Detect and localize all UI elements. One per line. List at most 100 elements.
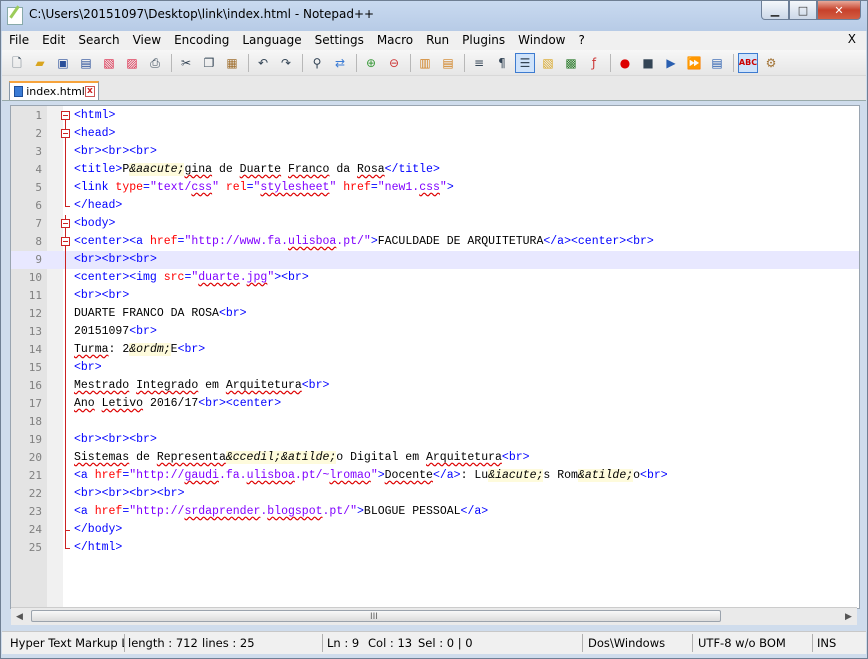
code-line[interactable]: 3 <br><br><br> (11, 143, 859, 161)
close-button[interactable]: ✕ (817, 1, 861, 20)
sync-horizontal-icon[interactable]: ▤ (439, 54, 457, 72)
find-icon[interactable]: ⚲ (308, 54, 326, 72)
horizontal-scrollbar[interactable]: ◀ III ▶ (11, 607, 857, 625)
show-all-chars-icon[interactable]: ¶ (493, 54, 511, 72)
tab-index-html[interactable]: index.html x (9, 81, 99, 100)
undo-icon[interactable]: ↶ (254, 54, 272, 72)
code-line[interactable]: 14 Turma: 2&ordm;E<br> (11, 341, 859, 359)
scroll-left-arrow-icon[interactable]: ◀ (11, 608, 28, 625)
menu-bar: File Edit Search View Encoding Language … (2, 31, 866, 50)
code-line[interactable]: 9 <br><br><br> (11, 251, 859, 269)
play-macro-icon[interactable]: ▶ (662, 54, 680, 72)
title-bar[interactable]: C:\Users\20151097\Desktop\link\index.htm… (1, 1, 867, 29)
zoom-out-icon[interactable]: ⊖ (385, 54, 403, 72)
code-text: <br><br><br> (74, 145, 157, 158)
function-list-icon[interactable]: ƒ (585, 54, 603, 72)
open-file-icon[interactable]: ▰ (31, 54, 49, 72)
code-line[interactable]: 1 <html> (11, 107, 859, 125)
code-line[interactable]: 24 </body> (11, 521, 859, 539)
fold-end (65, 539, 70, 549)
menu-view[interactable]: View (126, 31, 167, 50)
menu-plugins[interactable]: Plugins (455, 31, 511, 50)
code-line[interactable]: 11 <br><br> (11, 287, 859, 305)
code-line[interactable]: 23 <a href="http://srdaprender.blogspot.p… (11, 503, 859, 521)
run-macro-multiple-icon[interactable]: ⏩ (685, 54, 703, 72)
print-icon[interactable]: ⎙ (146, 54, 164, 72)
menu-window[interactable]: Window (511, 31, 571, 50)
paste-icon[interactable]: ▦ (223, 54, 241, 72)
stop-macro-icon[interactable]: ■ (639, 54, 657, 72)
record-macro-icon[interactable]: ● (616, 54, 634, 72)
code-line[interactable]: 5 <link type="text/css" rel="stylesheet" … (11, 179, 859, 197)
language-folder-icon[interactable]: ▧ (539, 54, 557, 72)
code-line[interactable]: 19 <br><br><br> (11, 431, 859, 449)
menu-macro[interactable]: Macro (370, 31, 419, 50)
maximize-button[interactable]: □ (789, 1, 817, 20)
line-number: 2 (35, 127, 42, 140)
fold-line (65, 287, 66, 305)
line-number: 14 (28, 343, 42, 356)
line-number: 6 (35, 199, 42, 212)
code-line[interactable]: 22 <br><br><br><br> (11, 485, 859, 503)
replace-icon[interactable]: ⇄ (331, 54, 349, 72)
minimize-button[interactable]: ▁ (761, 1, 789, 20)
code-line[interactable]: 15 <br> (11, 359, 859, 377)
code-line[interactable]: 12 DUARTE FRANCO DA ROSA<br> (11, 305, 859, 323)
word-wrap-icon[interactable]: ≡ (470, 54, 488, 72)
scroll-right-arrow-icon[interactable]: ▶ (840, 608, 857, 625)
menu-encoding[interactable]: Encoding (167, 31, 235, 50)
save-icon[interactable]: ▣ (54, 54, 72, 72)
fold-toggle-icon[interactable] (61, 219, 70, 228)
menu-language[interactable]: Language (235, 31, 307, 50)
spell-check-icon[interactable]: ABC (738, 52, 758, 73)
code-line[interactable]: 16 Mestrado Integrado em Arquitetura<br> (11, 377, 859, 395)
zoom-in-icon[interactable]: ⊕ (362, 54, 380, 72)
copy-icon[interactable]: ❐ (200, 54, 218, 72)
code-line[interactable]: 17 Ano Letivo 2016/17<br><center> (11, 395, 859, 413)
status-insert-mode: INS (817, 636, 837, 650)
document-map-icon[interactable]: ▩ (562, 54, 580, 72)
save-all-icon[interactable]: ▤ (77, 54, 95, 72)
code-text: Sistemas de Representa&ccedil;&atilde;o … (74, 451, 530, 464)
menu-settings[interactable]: Settings (308, 31, 370, 50)
code-line[interactable]: 21 <a href="http://gaudi.fa.ulisboa.pt/~l… (11, 467, 859, 485)
tab-close-icon[interactable]: x (84, 86, 95, 97)
new-file-icon[interactable]: 🗋 (8, 54, 26, 72)
cut-icon[interactable]: ✂ (177, 54, 195, 72)
spell-check-settings-icon[interactable]: ⚙ (762, 54, 780, 72)
toolbar: 🗋 ▰ ▣ ▤ ▧ ▨ ⎙ ✂ ❐ ▦ ↶ ↷ ⚲ ⇄ ⊕ ⊖ ▥ ▤ ≡ ¶ … (2, 50, 866, 76)
menu-search[interactable]: Search (71, 31, 125, 50)
code-line[interactable]: 13 20151097<br> (11, 323, 859, 341)
code-line[interactable]: 20 Sistemas de Representa&ccedil;&atilde;… (11, 449, 859, 467)
code-line[interactable]: 7 <body> (11, 215, 859, 233)
code-text: <br><br><br> (74, 433, 157, 446)
code-text: <a href="http://gaudi.fa.ulisboa.pt/~lro… (74, 469, 668, 482)
menu-help[interactable]: ? (571, 31, 590, 50)
indent-guide-icon[interactable]: ☰ (515, 52, 535, 73)
menu-run[interactable]: Run (419, 31, 455, 50)
close-document-x[interactable]: X (848, 32, 856, 46)
code-line[interactable]: 18 (11, 413, 859, 431)
code-line[interactable]: 8 <center><a href="http://www.fa.ulisboa.… (11, 233, 859, 251)
code-line[interactable]: 25 </html> (11, 539, 859, 557)
fold-line (65, 395, 66, 413)
code-text: </html> (74, 541, 123, 554)
code-editor[interactable]: 1 <html> 2 <head> 3 <br><br><br> 4 <title>P&aac… (10, 105, 860, 609)
fold-toggle-icon[interactable] (61, 129, 70, 138)
redo-icon[interactable]: ↷ (277, 54, 295, 72)
save-macro-icon[interactable]: ▤ (708, 54, 726, 72)
scroll-thumb[interactable]: III (31, 610, 721, 622)
sync-vertical-icon[interactable]: ▥ (416, 54, 434, 72)
code-text: </head> (74, 199, 123, 212)
menu-edit[interactable]: Edit (35, 31, 71, 50)
fold-toggle-icon[interactable] (61, 237, 70, 246)
code-line[interactable]: 4 <title>P&aacute;gina de Duarte Franco d… (11, 161, 859, 179)
code-line[interactable]: 6 </head> (11, 197, 859, 215)
fold-toggle-icon[interactable] (61, 111, 70, 120)
code-line[interactable]: 2 <head> (11, 125, 859, 143)
close-icon[interactable]: ▧ (100, 54, 118, 72)
fold-line (65, 467, 66, 485)
code-line[interactable]: 10 <center><img src="duarte.jpg"><br> (11, 269, 859, 287)
menu-file[interactable]: File (2, 31, 35, 50)
close-all-icon[interactable]: ▨ (123, 54, 141, 72)
